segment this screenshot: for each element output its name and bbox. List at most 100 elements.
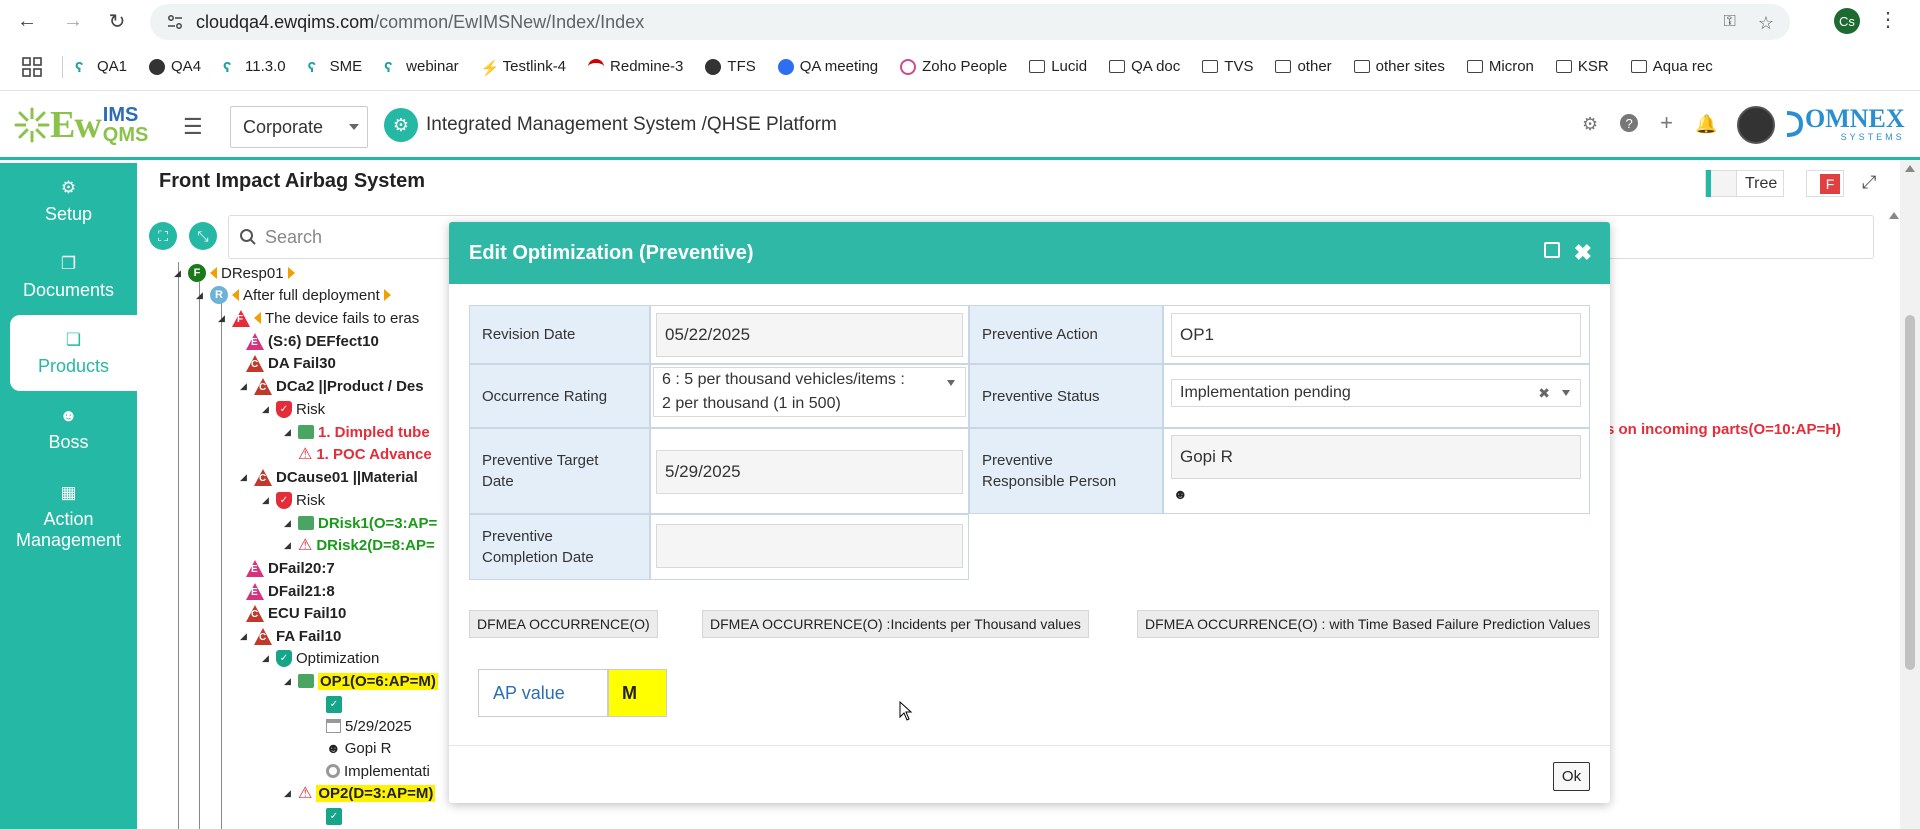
page-scrollbar[interactable] [1900,160,1920,829]
next-arrow-icon[interactable] [383,289,391,301]
person-picker-icon[interactable]: ☻ [1173,486,1188,502]
org-select[interactable]: Corporate [230,106,368,148]
sidebar-item-boss[interactable]: ☻ Boss [0,391,137,467]
sidebar-item-setup[interactable]: ⚙ Setup [0,163,137,239]
collapse-arrow-icon[interactable]: ◢ [174,268,184,279]
bookmark-1130[interactable]: ʕ 11.3.0 [223,58,286,76]
hamburger-menu-icon[interactable]: ☰ [183,114,203,140]
tree-node[interactable]: ✓ [326,693,342,715]
expand-all-icon[interactable]: ⛶ [149,222,177,250]
prev-arrow-icon[interactable] [254,312,261,324]
tree-node[interactable]: ◢ ✓ Optimization [262,647,379,669]
tree-node[interactable]: E DFail20:7 [246,557,335,579]
collapse-arrow-icon[interactable]: ◢ [284,788,294,799]
collapse-arrow-icon[interactable]: ◢ [284,427,294,438]
bookmark-webinar[interactable]: ʕ webinar [384,58,459,76]
occurrence-rating-select[interactable]: 6 : 5 per thousand vehicles/items : 2 pe… [653,367,966,417]
preventive-responsible-field[interactable]: Gopi R [1171,435,1581,479]
collapse-arrow-icon[interactable]: ◢ [218,313,228,324]
menu-dots-icon[interactable]: ⋮ [1878,7,1898,32]
tree-node[interactable]: ◢ ⚠ DRisk2(D=8:AP= [284,534,435,556]
collapse-arrow-icon[interactable]: ◢ [196,290,206,301]
back-icon[interactable]: ← [14,8,40,34]
collapse-arrow-icon[interactable]: ◢ [262,404,272,415]
bookmark-testlink[interactable]: ⚡ Testlink-4 [481,58,566,77]
tree-node[interactable]: ◢ F DResp01 [174,262,295,284]
bookmark-ksr[interactable]: KSR [1555,58,1609,75]
tree-node[interactable]: ◢ OP1(O=6:AP=M) [284,670,438,692]
bookmark-other-sites[interactable]: other sites [1353,58,1445,75]
apps-grid-icon[interactable] [22,56,42,77]
tree-node[interactable]: ◢ ✓ Risk [262,398,325,420]
collapse-arrow-icon[interactable]: ◢ [284,676,294,687]
forward-icon[interactable]: → [60,8,86,34]
revision-date-field[interactable]: 05/22/2025 [656,313,963,357]
key-icon[interactable]: ⚿ [1724,13,1736,34]
plus-icon[interactable]: + [1660,112,1673,135]
sidebar-item-products[interactable]: ❏ Products [10,315,137,391]
tree-node[interactable]: ◢ C FA Fail10 [240,625,341,647]
bookmark-lucid[interactable]: Lucid [1029,58,1087,75]
tree-node[interactable]: ◢ R After full deployment [196,284,391,306]
tree-scroll-up-icon[interactable] [1889,212,1899,219]
collapse-arrow-icon[interactable]: ◢ [240,381,250,392]
bookmark-micron[interactable]: Micron [1466,58,1534,75]
tree-node[interactable]: ◢ C DCa2 ||Product / Des [240,375,424,397]
bookmark-qa1[interactable]: ʕ QA1 [75,58,127,76]
bookmark-qa-doc[interactable]: QA doc [1109,58,1180,75]
user-avatar[interactable] [1737,106,1775,144]
compress-icon[interactable]: ⤢ [1862,172,1876,193]
prev-arrow-icon[interactable] [232,289,239,301]
collapse-arrow-icon[interactable]: ◢ [240,631,250,642]
tree-node[interactable]: ◢ DRisk1(O=3:AP= [284,512,437,534]
close-icon[interactable]: ✖ [1574,240,1592,266]
scrollbar-thumb[interactable] [1905,315,1915,670]
clear-icon[interactable]: ✖ [1538,385,1550,402]
tree-node[interactable]: ◢ ⚠ OP2(D=3:AP=M) [284,782,436,804]
bookmark-aqua-rec[interactable]: Aqua rec [1630,58,1713,75]
collapse-arrow-icon[interactable]: ◢ [262,495,272,506]
bookmark-tfs[interactable]: TFS [705,58,756,75]
sidebar-item-documents[interactable]: ❐ Documents [0,239,137,315]
tree-node[interactable]: ◢ ✓ Risk [262,489,325,511]
scroll-up-icon[interactable] [1905,165,1915,172]
tree-node[interactable]: ◢ F The device fails to eras [218,307,419,329]
bookmark-redmine[interactable]: Redmine-3 [588,58,683,75]
collapse-all-icon[interactable]: ⤡ [189,222,217,250]
bookmark-qa4[interactable]: QA4 [149,58,201,75]
bookmark-zoho-people[interactable]: Zoho People [900,58,1007,75]
bookmark-qa-meeting[interactable]: QA meeting [777,58,878,75]
collapse-arrow-icon[interactable]: ◢ [262,653,272,664]
ewqims-logo[interactable]: Ew IMS QMS [14,102,148,148]
help-icon[interactable]: ? [1620,114,1639,132]
tree-node[interactable]: ◢ 1. Dimpled tube [284,421,430,443]
address-bar[interactable]: cloudqa4.ewqims.com/common/EwIMSNew/Inde… [150,4,1790,40]
tree-node[interactable]: ☻ Gopi R [326,737,391,759]
bookmark-sme[interactable]: ʕ SME [308,58,363,76]
preventive-target-date-field[interactable]: 5/29/2025 [656,450,963,494]
collapse-arrow-icon[interactable]: ◢ [240,472,250,483]
site-settings-icon[interactable] [166,13,184,31]
tab-dfmea-occurrence[interactable]: DFMEA OCCURRENCE(O) [469,610,658,638]
tree-node[interactable]: Implementati [326,760,430,782]
ok-button[interactable]: Ok [1553,762,1590,791]
f-filter-button[interactable]: F [1806,170,1844,197]
tab-dfmea-occurrence-incidents[interactable]: DFMEA OCCURRENCE(O) :Incidents per Thous… [702,610,1089,638]
sidebar-item-action-management[interactable]: ▦ Action Management [0,467,137,567]
tree-node[interactable]: E DFail21:8 [246,580,335,602]
bookmark-tvs[interactable]: TVS [1202,58,1253,75]
tree-view-toggle[interactable]: Tree [1705,170,1784,197]
prev-arrow-icon[interactable] [210,267,217,279]
collapse-arrow-icon[interactable]: ◢ [284,540,294,551]
preventive-action-field[interactable]: OP1 [1171,313,1581,357]
tree-node[interactable]: C ECU Fail10 [246,602,346,624]
maximize-icon[interactable] [1544,242,1560,258]
tree-node[interactable]: E (S:6) DEFfect10 [246,330,379,352]
tree-node[interactable]: ◢ C DCause01 ||Material [240,466,418,488]
preventive-completion-date-field[interactable] [656,524,963,568]
tree-node[interactable]: C DA Fail30 [246,352,336,374]
gear-icon[interactable]: ⚙ [1582,114,1598,135]
tree-node[interactable]: ✓ [326,805,342,827]
reload-icon[interactable]: ↻ [104,8,130,34]
tab-dfmea-occurrence-time-based[interactable]: DFMEA OCCURRENCE(O) : with Time Based Fa… [1137,610,1599,638]
